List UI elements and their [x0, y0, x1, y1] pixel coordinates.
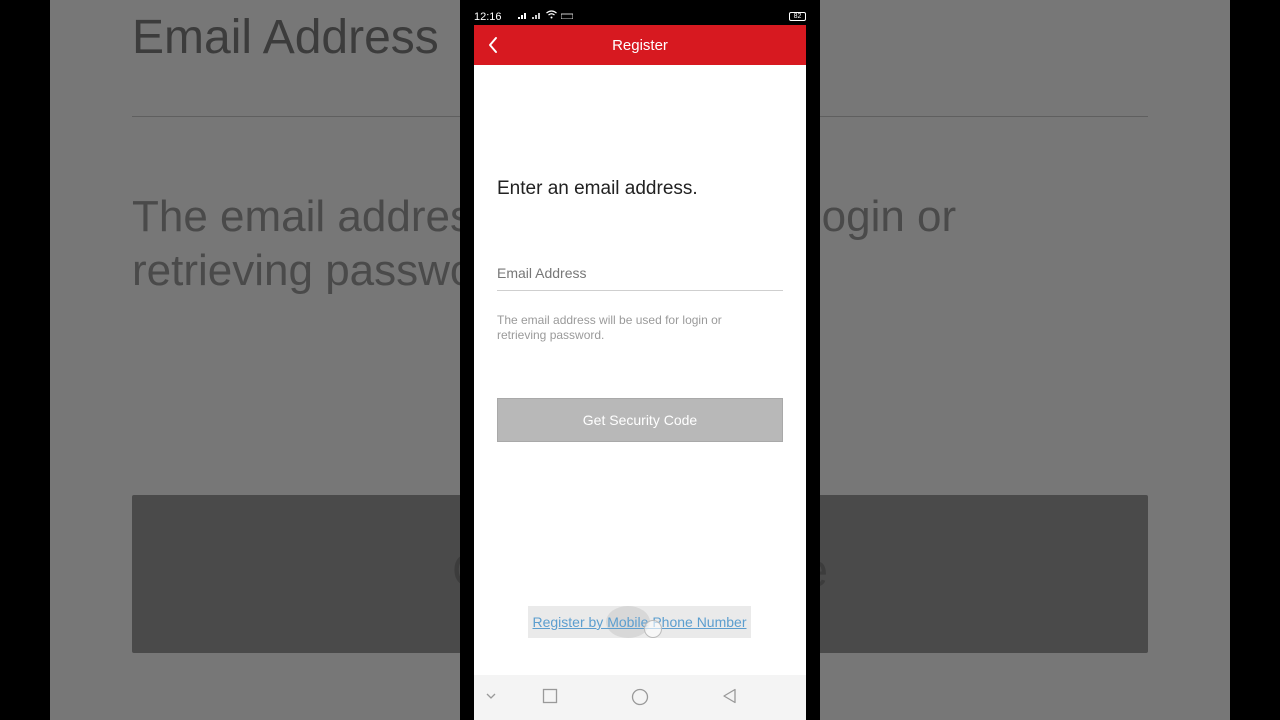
background-title: Email Address [132, 11, 439, 64]
get-security-code-button[interactable]: Get Security Code [497, 398, 783, 442]
form-heading: Enter an email address. [497, 178, 698, 199]
volte-icon [561, 13, 573, 19]
signal-icon [518, 12, 526, 19]
touch-indicator [644, 620, 662, 638]
signal-icon [532, 12, 540, 19]
app-bar: Register [474, 25, 806, 65]
status-time: 12:16 [474, 11, 502, 23]
status-icons [518, 10, 573, 19]
nav-home-button[interactable] [631, 688, 649, 711]
nav-back-button[interactable] [722, 688, 738, 709]
email-field[interactable] [497, 255, 783, 291]
phone-frame: 12:16 82 Register Enter an email address… [460, 0, 820, 720]
nav-hide-button[interactable] [484, 688, 498, 709]
nav-recent-button[interactable] [542, 688, 558, 709]
chevron-down-icon [486, 693, 496, 699]
system-nav-bar [474, 675, 806, 720]
register-by-phone-container: Register by Mobile Phone Number [528, 606, 751, 638]
register-screen: Register Enter an email address. The ema… [474, 25, 806, 720]
circle-icon [631, 688, 649, 706]
register-by-phone-link[interactable]: Register by Mobile Phone Number [528, 614, 751, 630]
triangle-back-icon [723, 688, 736, 704]
battery-icon: 82 [789, 12, 806, 21]
square-icon [542, 688, 558, 704]
page-title: Register [612, 37, 668, 54]
email-hint: The email address will be used for login… [497, 313, 722, 342]
wifi-icon [546, 10, 557, 19]
